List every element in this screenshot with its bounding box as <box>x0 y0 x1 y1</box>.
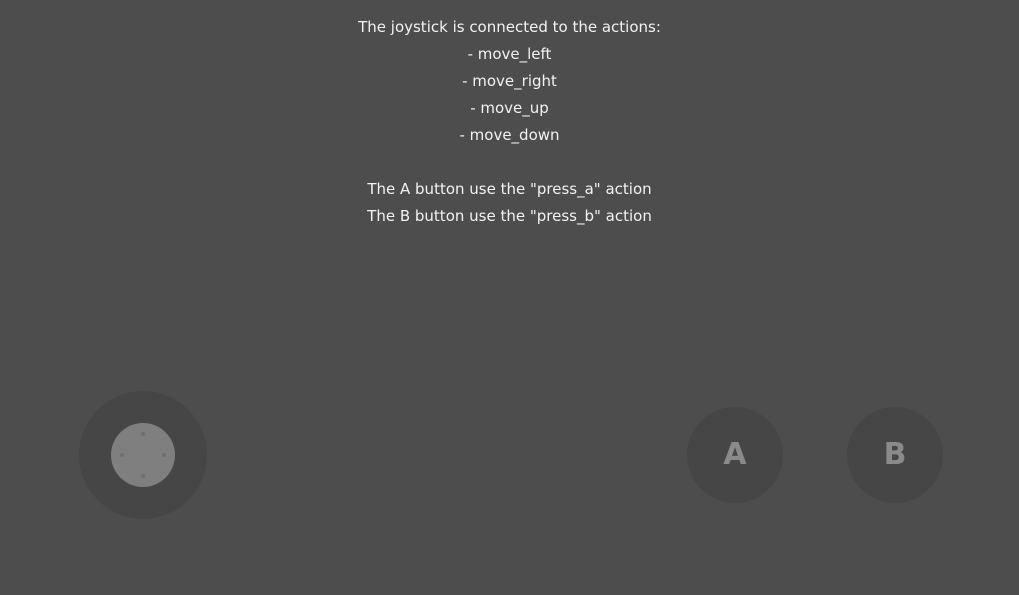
instruction-line-move-down: - move_down <box>459 126 560 144</box>
instruction-line-button-a: The A button use the "press_a" action <box>367 180 652 198</box>
instruction-line-blank <box>0 149 1019 176</box>
instruction-line-move-right: - move_right <box>462 72 557 90</box>
a-button-label: A <box>723 437 747 472</box>
joystick-down-dot-icon <box>141 474 145 478</box>
b-button[interactable]: B <box>847 407 943 503</box>
joystick-right-dot-icon <box>162 453 166 457</box>
b-button-label: B <box>883 437 907 472</box>
instruction-line-move-left: - move_left <box>467 45 552 63</box>
virtual-joystick[interactable] <box>79 391 207 519</box>
joystick-left-dot-icon <box>120 453 124 457</box>
joystick-up-dot-icon <box>141 432 145 436</box>
instruction-line-joystick: The joystick is connected to the actions… <box>358 18 661 36</box>
instruction-line-move-up: - move_up <box>470 99 549 117</box>
instructions-panel: The joystick is connected to the actions… <box>0 14 1019 230</box>
joystick-knob[interactable] <box>111 423 175 487</box>
game-screen: The joystick is connected to the actions… <box>0 0 1019 595</box>
a-button[interactable]: A <box>687 407 783 503</box>
instruction-line-button-b: The B button use the "press_b" action <box>367 207 652 225</box>
